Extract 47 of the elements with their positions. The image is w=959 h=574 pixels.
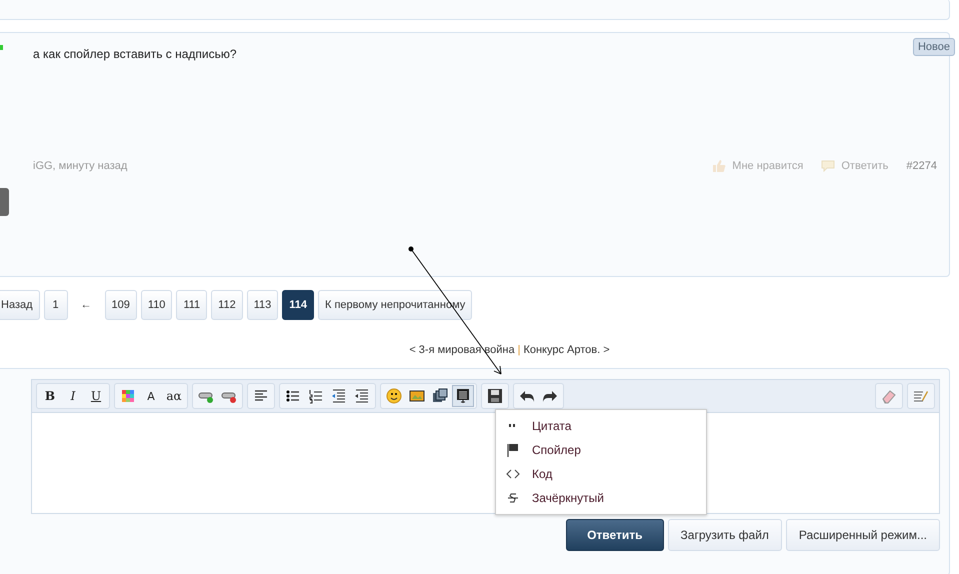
outdent-icon — [331, 388, 347, 404]
image-icon — [409, 388, 425, 404]
submit-reply-button[interactable]: Ответить — [566, 519, 664, 551]
eraser-icon — [881, 388, 897, 404]
toolbar-button[interactable] — [452, 385, 474, 407]
code-brackets-icon — [506, 467, 520, 481]
redo-icon — [542, 388, 558, 404]
palette-icon — [120, 388, 136, 404]
new-badge: Новое — [912, 38, 955, 56]
format-button[interactable]: B — [39, 385, 61, 407]
editor-action-button[interactable]: Загрузить файл — [668, 519, 782, 551]
page-button[interactable]: 114 — [282, 290, 314, 320]
post-number: #2274 — [906, 160, 937, 172]
dropdown-item[interactable]: Зачёркнутый — [496, 486, 706, 510]
post-message: а как спойлер вставить с надписью? — [33, 47, 237, 61]
page-button[interactable]: 112 — [211, 290, 243, 320]
smiley-icon — [386, 388, 402, 404]
dropdown-item[interactable]: Цитата — [496, 414, 706, 438]
editor-action-button[interactable]: Расширенный режим... — [786, 519, 940, 551]
thumbs-up-icon — [712, 159, 726, 172]
dropdown-item[interactable]: Код — [496, 462, 706, 486]
indent-icon — [354, 388, 370, 404]
strikethrough-icon — [506, 491, 520, 505]
post-meta: iGG, минуту назад — [33, 160, 128, 172]
speech-bubble-icon — [821, 160, 836, 172]
avatar-edge-icon — [0, 188, 9, 216]
separator: | — [518, 344, 520, 356]
previous-thread-link[interactable]: < 3-я мировая война — [409, 344, 515, 356]
next-thread-link[interactable]: Конкурс Артов. > — [523, 344, 610, 356]
format-button[interactable]: U — [85, 385, 107, 407]
pencil-note-icon — [913, 388, 929, 404]
bullet-list-icon — [285, 388, 301, 404]
dropdown-item[interactable]: Спойлер — [496, 438, 706, 462]
page-button[interactable]: 111 — [176, 290, 208, 320]
film-icon — [432, 388, 448, 404]
numbered-list-icon — [308, 388, 324, 404]
format-button[interactable]: A — [140, 385, 162, 407]
format-button[interactable]: I — [62, 385, 84, 407]
insert-block-icon — [455, 388, 471, 404]
page-button[interactable]: 1 — [44, 290, 68, 320]
previous-page-button[interactable]: Назад — [0, 290, 40, 320]
online-indicator-icon — [0, 45, 3, 50]
format-button[interactable]: aα — [163, 385, 185, 407]
page-button[interactable]: 109 — [104, 290, 137, 320]
page-button[interactable]: 110 — [140, 290, 172, 320]
flag-icon — [506, 443, 520, 457]
page-button[interactable]: 113 — [246, 290, 278, 320]
